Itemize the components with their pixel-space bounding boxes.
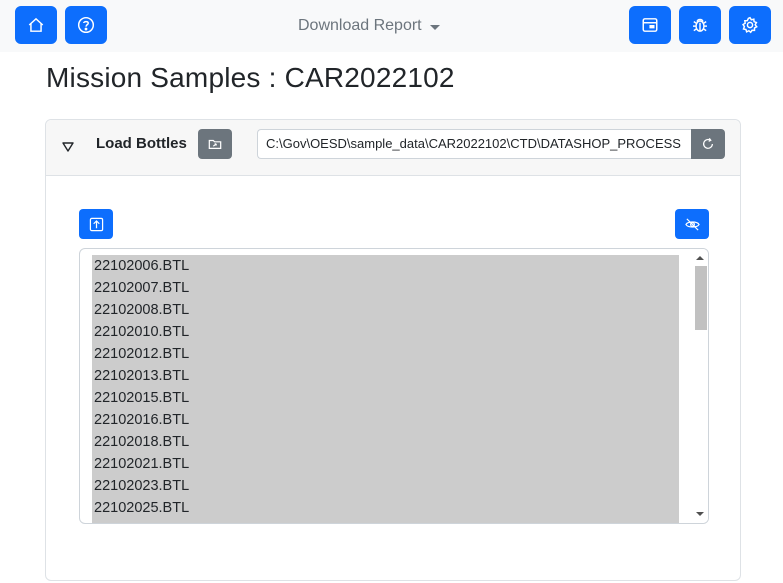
top-navbar: Download Report <box>0 0 783 52</box>
list-item[interactable]: 22102010.BTL <box>92 321 679 343</box>
list-item[interactable]: 22102016.BTL <box>92 409 679 431</box>
gear-icon <box>742 16 758 34</box>
browse-folder-button[interactable] <box>198 129 232 159</box>
scroll-down-icon[interactable] <box>696 512 704 516</box>
list-scrollbar[interactable] <box>692 249 708 523</box>
window-button[interactable] <box>629 6 671 44</box>
help-button[interactable] <box>65 6 107 44</box>
list-item[interactable]: 22102018.BTL <box>92 431 679 453</box>
list-item[interactable]: 22102021.BTL <box>92 453 679 475</box>
download-report-dropdown[interactable]: Download Report <box>298 15 440 37</box>
collapse-toggle-icon[interactable] <box>62 141 74 153</box>
file-list-selection: 22102006.BTL 22102007.BTL 22102008.BTL 2… <box>92 255 679 523</box>
scroll-thumb[interactable] <box>695 266 707 330</box>
refresh-button[interactable] <box>691 129 725 159</box>
download-report-label: Download Report <box>298 17 422 34</box>
eye-slash-icon <box>684 217 700 231</box>
refresh-icon <box>703 137 713 149</box>
upload-icon <box>89 217 103 231</box>
list-item[interactable]: 22102012.BTL <box>92 343 679 365</box>
list-item[interactable]: 22102015.BTL <box>92 387 679 409</box>
bottle-file-list[interactable]: 22102006.BTL 22102007.BTL 22102008.BTL 2… <box>79 248 709 524</box>
page-title: Mission Samples : CAR2022102 <box>46 62 455 93</box>
list-item[interactable]: 22102008.BTL <box>92 299 679 321</box>
hide-button[interactable] <box>675 209 709 239</box>
caret-down-icon <box>429 24 440 30</box>
home-button[interactable] <box>15 6 57 44</box>
settings-button[interactable] <box>729 6 771 44</box>
load-bottles-label: Load Bottles <box>96 135 187 152</box>
card-header: Load Bottles C:\Gov\OESD\sample_data\CAR… <box>46 120 740 176</box>
load-bottles-card: Load Bottles C:\Gov\OESD\sample_data\CAR… <box>45 119 741 581</box>
bug-icon <box>693 18 707 32</box>
bug-report-button[interactable] <box>679 6 721 44</box>
bottle-path-input[interactable]: C:\Gov\OESD\sample_data\CAR2022102\CTD\D… <box>257 129 692 159</box>
list-item[interactable]: 22102023.BTL <box>92 475 679 497</box>
upload-button[interactable] <box>79 209 113 239</box>
list-item[interactable]: 22102025.BTL <box>92 497 679 519</box>
scroll-up-icon[interactable] <box>696 256 704 260</box>
list-item[interactable]: 22102007.BTL <box>92 277 679 299</box>
list-item[interactable]: 22102006.BTL <box>92 255 679 277</box>
window-icon <box>642 18 658 32</box>
home-icon <box>28 17 44 32</box>
question-circle-icon <box>77 16 95 34</box>
folder-open-icon <box>208 139 222 149</box>
list-item[interactable]: 22102013.BTL <box>92 365 679 387</box>
